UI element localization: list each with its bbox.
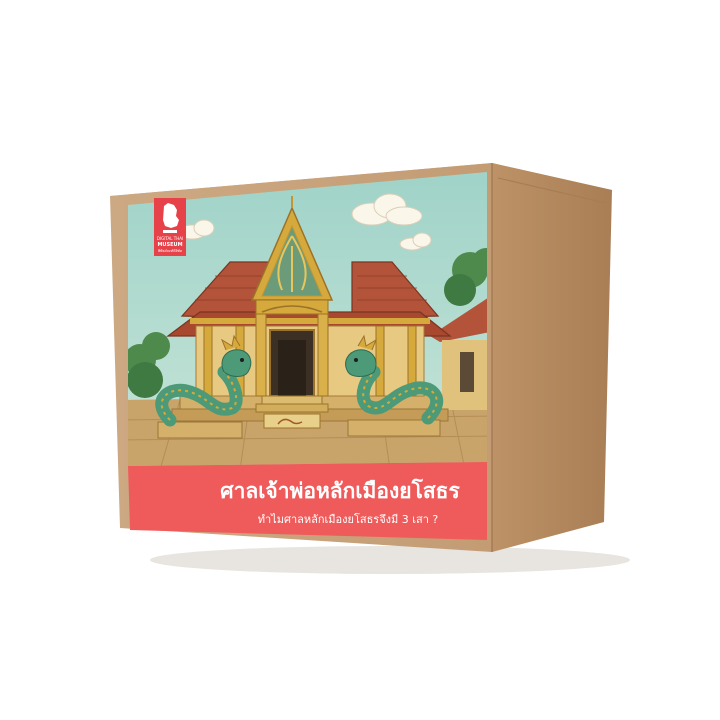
- brand-line-3: พิพิธภัณฑ์ดิจิทัล: [158, 249, 182, 253]
- brand-line-1: DIGITAL THAI: [157, 236, 183, 241]
- brand-line-2: MUSEUM: [157, 242, 182, 248]
- product-subtitle: ทำไมศาลหลักเมืองยโสธรจึงมี 3 เสา ?: [258, 512, 439, 526]
- product-title: ศาลเจ้าพ่อหลักเมืองยโสธร: [220, 478, 460, 503]
- box-side-face: [492, 163, 612, 552]
- brand-logo: DIGITAL THAI MUSEUM พิพิธภัณฑ์ดิจิทัล: [154, 198, 186, 256]
- product-box-image: DIGITAL THAI MUSEUM พิพิธภัณฑ์ดิจิทัล ศา…: [110, 163, 630, 574]
- box-shadow: [150, 546, 630, 574]
